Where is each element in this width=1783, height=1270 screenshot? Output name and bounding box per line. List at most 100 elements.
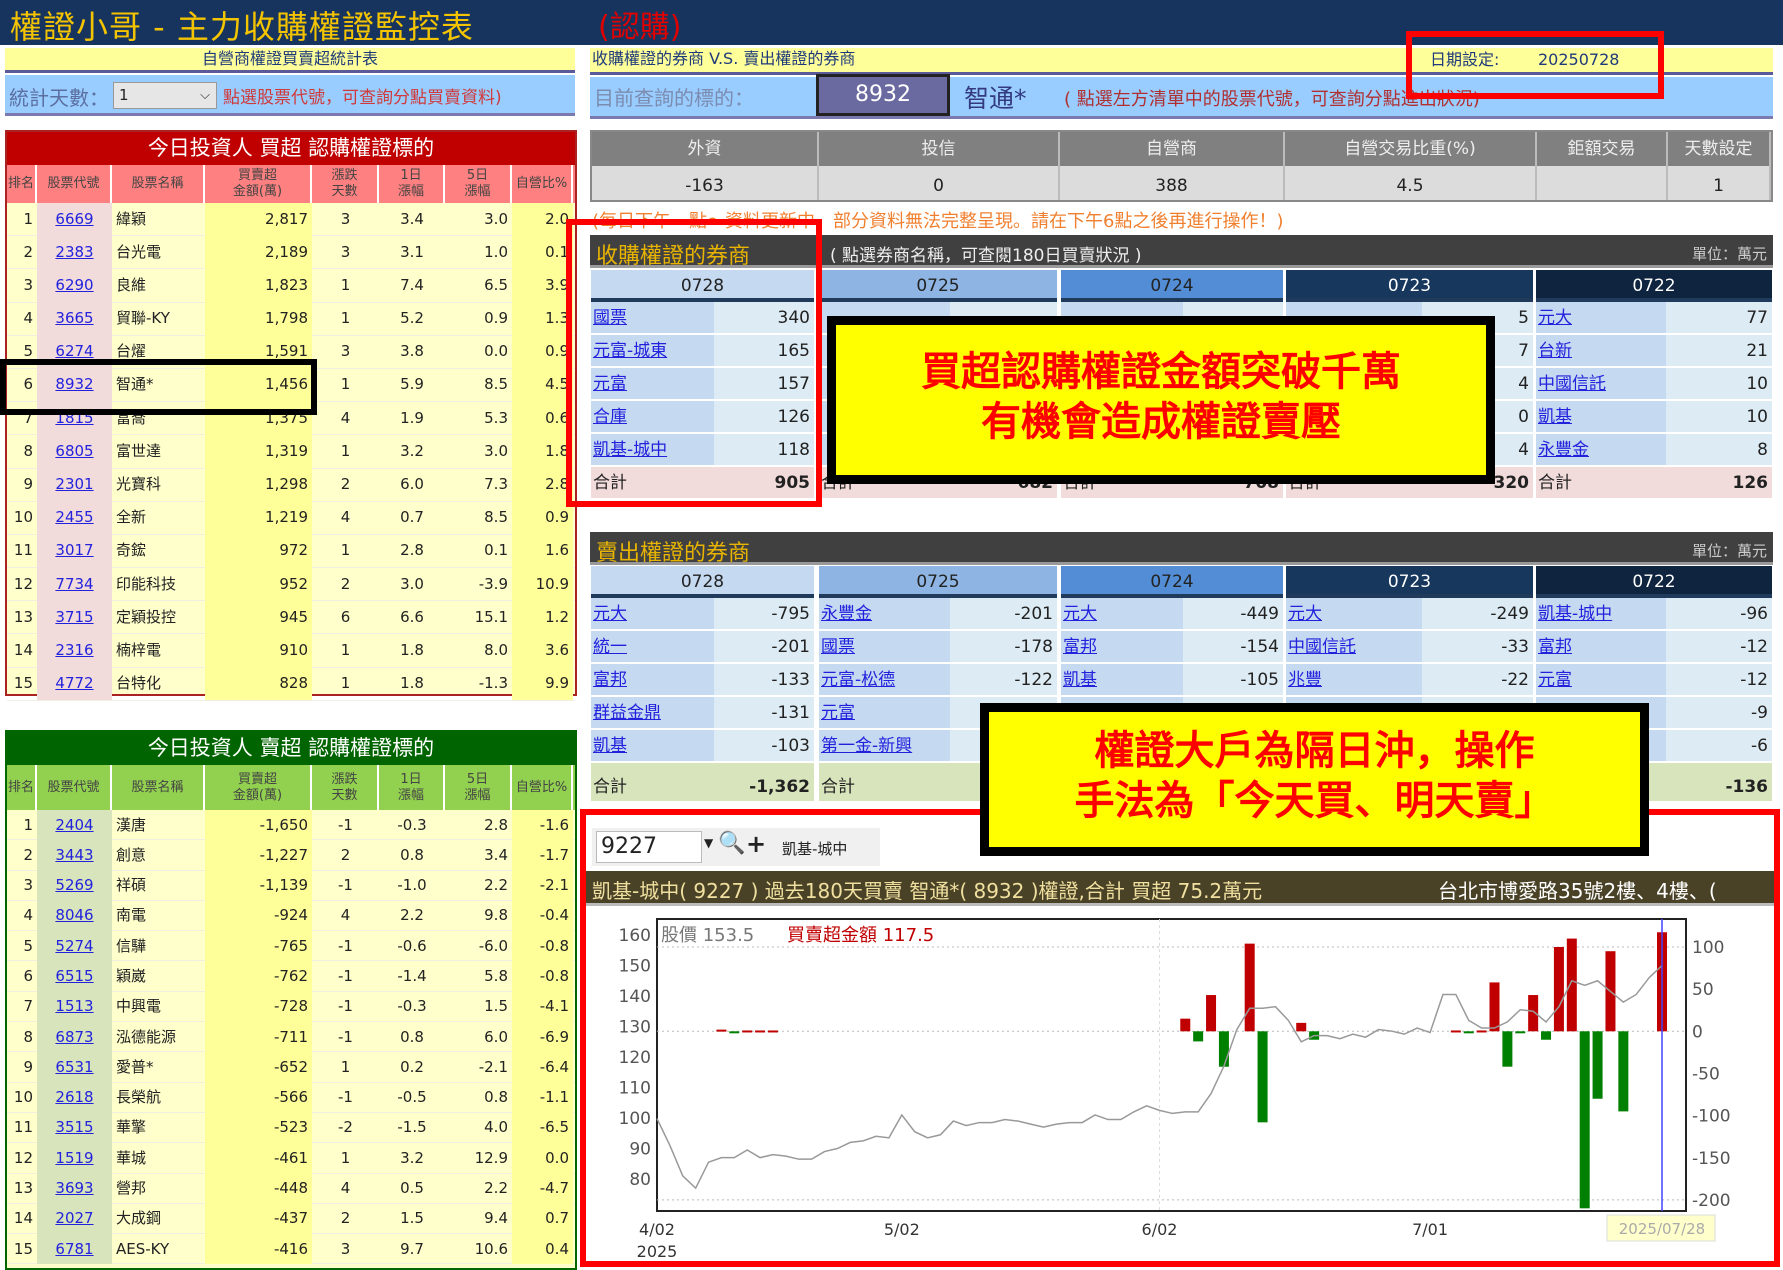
annotation-box-1: 買超認購權證金額突破千萬 有機會造成權證賣壓 <box>827 316 1495 484</box>
stock-code-link[interactable]: 7734 <box>55 575 93 593</box>
cell-days: 3 <box>340 209 351 228</box>
broker-link[interactable]: 永豐金 <box>821 604 872 624</box>
broker-link[interactable]: 國票 <box>821 637 855 657</box>
cell-ratio: 0.6 <box>512 401 573 435</box>
stock-code-link[interactable]: 1513 <box>55 997 93 1015</box>
table-row[interactable]: 13 3693 營邦 -448 4 0.5 2.2 -4.7 <box>7 1173 575 1204</box>
stock-code-link[interactable]: 2383 <box>55 243 93 261</box>
cell-rank: 1 <box>23 209 33 228</box>
broker-link[interactable]: 兆豐 <box>1288 670 1322 690</box>
table-row[interactable]: 15 4772 台特化 828 1 1.8 -1.3 9.9 <box>7 667 575 701</box>
table-row[interactable]: 8 6873 泓德能源 -711 -1 0.8 6.0 -6.9 <box>7 1021 575 1053</box>
table-row[interactable]: 14 2027 大成鋼 -437 2 1.5 9.4 0.7 <box>7 1203 575 1235</box>
stock-code-link[interactable]: 2618 <box>55 1088 93 1106</box>
stock-code-link[interactable]: 3017 <box>55 541 93 559</box>
table-row[interactable]: 2 2383 台光電 2,189 3 3.1 1.0 0.1 <box>7 235 575 270</box>
table-row[interactable]: 10 2455 全新 1,219 4 0.7 8.5 0.9 <box>7 501 575 535</box>
query-code-input[interactable]: 8932 <box>816 74 950 116</box>
cell-code: 2027 <box>37 1203 112 1234</box>
broker-link[interactable]: 元富 <box>821 703 855 723</box>
stock-code-link[interactable]: 3665 <box>55 309 93 327</box>
broker-link[interactable]: 統一 <box>593 637 627 657</box>
cell-code: 3693 <box>37 1173 112 1204</box>
broker-link[interactable]: 群益金鼎 <box>593 703 661 723</box>
cell-ratio: 1.6 <box>512 534 573 568</box>
table-row[interactable]: 1 6669 緯穎 2,817 3 3.4 3.0 2.0 <box>7 202 575 237</box>
table-row[interactable]: 7 1513 中興電 -728 -1 -0.3 1.5 -4.1 <box>7 991 575 1023</box>
broker-link[interactable]: 富邦 <box>1538 637 1572 657</box>
stock-code-link[interactable]: 2404 <box>55 816 93 834</box>
stock-code-link[interactable]: 5274 <box>55 937 93 955</box>
table-row[interactable]: 8 6805 富世達 1,319 1 3.2 3.0 1.8 <box>7 434 575 469</box>
table-row[interactable]: 9 6531 愛普* -652 1 0.2 -2.1 -6.4 <box>7 1051 575 1083</box>
table-row[interactable]: 3 5269 祥碩 -1,139 -1 -1.0 2.2 -2.1 <box>7 870 575 901</box>
broker-link[interactable]: 富邦 <box>1063 637 1097 657</box>
table-row[interactable]: 11 3515 華擎 -523 -2 -1.5 4.0 -6.5 <box>7 1112 575 1144</box>
table-row[interactable]: 4 8046 南電 -924 4 2.2 9.8 -0.4 <box>7 900 575 932</box>
broker-link[interactable]: 凱基 <box>593 736 627 756</box>
stock-code-link[interactable]: 8046 <box>55 906 93 924</box>
stock-code-link[interactable]: 2027 <box>55 1209 93 1227</box>
table-row[interactable]: 3 6290 良維 1,823 1 7.4 6.5 3.9 <box>7 268 575 303</box>
stock-code-link[interactable]: 1519 <box>55 1149 93 1167</box>
broker-link[interactable]: 元大 <box>593 604 627 624</box>
table-row[interactable]: 12 1519 華城 -461 1 3.2 12.9 0.0 <box>7 1142 575 1174</box>
broker-row: 永豐金 8 <box>1536 434 1772 467</box>
cell-amount: -765 <box>205 930 312 961</box>
broker-link[interactable]: 元富-松德 <box>821 670 895 690</box>
stock-code-link[interactable]: 3715 <box>55 608 93 626</box>
broker-link[interactable]: 元大 <box>1063 604 1097 624</box>
stock-code-link[interactable]: 6515 <box>55 967 93 985</box>
broker-link[interactable]: 元大 <box>1538 308 1572 328</box>
stock-code-link[interactable]: 6781 <box>55 1240 93 1258</box>
table-row[interactable]: 6 6515 穎崴 -762 -1 -1.4 5.8 -0.8 <box>7 960 575 992</box>
broker-name-cell: 群益金鼎 <box>591 697 714 728</box>
table-row[interactable]: 11 3017 奇鋐 972 1 2.8 0.1 1.6 <box>7 534 575 569</box>
cell-change-1d: -1.4 <box>397 966 427 985</box>
table-row[interactable]: 13 3715 定穎投控 945 6 6.6 15.1 1.2 <box>7 600 575 635</box>
broker-link[interactable]: 凱基 <box>1538 407 1572 427</box>
stock-code-link[interactable]: 3693 <box>55 1179 93 1197</box>
cell-change-1d: 3.8 <box>400 342 424 361</box>
broker-link[interactable]: 凱基-城中 <box>1538 604 1612 624</box>
stock-code-link[interactable]: 6873 <box>55 1028 93 1046</box>
broker-link[interactable]: 中國信託 <box>1538 374 1606 394</box>
broker-link[interactable]: 元大 <box>1288 604 1322 624</box>
cell-name: 大成鋼 <box>116 1209 162 1228</box>
cell-change-5d: 1.0 <box>484 242 508 261</box>
table-row[interactable]: 5 5274 信驊 -765 -1 -0.6 -6.0 -0.8 <box>7 930 575 962</box>
cell-change-1d: 1.8 <box>400 674 424 693</box>
stock-code-link[interactable]: 6290 <box>55 276 93 294</box>
broker-link[interactable]: 第一金-新興 <box>821 736 912 756</box>
stock-code-link[interactable]: 6669 <box>55 210 93 228</box>
broker-link[interactable]: 元富 <box>1538 670 1572 690</box>
table-row[interactable]: 14 2316 楠梓電 910 1 1.8 8.0 3.6 <box>7 633 575 668</box>
stock-code-link[interactable]: 5269 <box>55 876 93 894</box>
stock-code-link[interactable]: 2301 <box>55 475 93 493</box>
table-row[interactable]: 1 2404 漢唐 -1,650 -1 -0.3 2.8 -1.6 <box>7 809 575 841</box>
stock-code-link[interactable]: 2316 <box>55 641 93 659</box>
broker-link[interactable]: 台新 <box>1538 341 1572 361</box>
stock-code-link[interactable]: 4772 <box>55 674 93 692</box>
broker-link[interactable]: 凱基 <box>1063 670 1097 690</box>
days-select[interactable]: 1 ⌵ <box>113 82 217 109</box>
stock-code-link[interactable]: 3515 <box>55 1118 93 1136</box>
cell-amount: -566 <box>205 1082 312 1113</box>
cell-change-1d: 3.2 <box>400 1148 424 1167</box>
table-row[interactable]: 10 2618 長榮航 -566 -1 -0.5 0.8 -1.1 <box>7 1082 575 1113</box>
stock-code-link[interactable]: 2455 <box>55 508 93 526</box>
stock-code-link[interactable]: 6531 <box>55 1058 93 1076</box>
cell-code: 6669 <box>37 202 112 236</box>
table-row[interactable]: 15 6781 AES-KY -416 3 9.7 10.6 0.4 <box>7 1233 575 1265</box>
table-row[interactable]: 9 2301 光寶科 1,298 2 6.0 7.3 2.8 <box>7 468 575 502</box>
stock-code-link[interactable]: 3443 <box>55 846 93 864</box>
broker-link[interactable]: 富邦 <box>593 670 627 690</box>
stock-code-link[interactable]: 6805 <box>55 442 93 460</box>
table-row[interactable]: 2 3443 創意 -1,227 2 0.8 3.4 -1.7 <box>7 839 575 871</box>
stock-code-link[interactable]: 6274 <box>55 342 93 360</box>
broker-link[interactable]: 中國信託 <box>1288 637 1356 657</box>
cell-days: 2 <box>340 475 351 493</box>
broker-link[interactable]: 永豐金 <box>1538 440 1589 460</box>
table-row[interactable]: 12 7734 印能科技 952 2 3.0 -3.9 10.9 <box>7 567 575 602</box>
table-row[interactable]: 4 3665 貿聯-KY 1,798 1 5.2 0.9 1.3 <box>7 302 575 336</box>
